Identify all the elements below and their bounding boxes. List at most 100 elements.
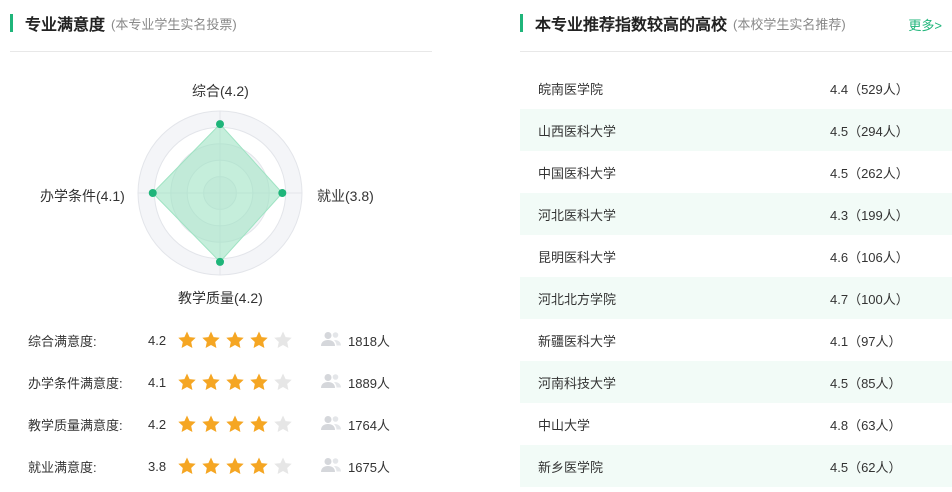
school-row[interactable]: 中国医科大学 4.5（262人） bbox=[520, 151, 952, 193]
radar-point-bottom bbox=[216, 257, 224, 266]
school-name[interactable]: 山西医科大学 bbox=[538, 121, 616, 140]
radar-point-left bbox=[148, 189, 157, 197]
recommend-subtitle: (本校学生实名推荐) bbox=[733, 16, 846, 32]
radar-point-right bbox=[278, 189, 287, 197]
star-rating bbox=[176, 330, 316, 350]
rating-row-employment: 就业满意度: 3.8 1675人 bbox=[28, 455, 390, 477]
rating-score: 3.8 bbox=[148, 458, 167, 474]
recommend-panel: 本专业推荐指数较高的高校 (本校学生实名推荐) 更多> 皖南医学院 4.4（52… bbox=[520, 0, 952, 492]
school-name[interactable]: 新疆医科大学 bbox=[538, 331, 616, 350]
rating-score: 4.2 bbox=[148, 332, 167, 348]
rating-label: 综合满意度: bbox=[28, 333, 97, 349]
people-icon-svg bbox=[321, 415, 341, 430]
school-row[interactable]: 河北医科大学 4.3（199人） bbox=[520, 193, 952, 235]
satisfaction-subtitle: (本专业学生实名投票) bbox=[111, 16, 237, 32]
star-icon bbox=[178, 373, 196, 390]
school-score: 4.3（199人） bbox=[830, 207, 909, 223]
school-score: 4.4（529人） bbox=[830, 81, 909, 97]
star-icon bbox=[250, 457, 268, 474]
radar-label-left: 办学条件(4.1) bbox=[40, 188, 125, 204]
school-score: 4.5（262人） bbox=[830, 165, 909, 181]
rating-label: 教学质量满意度: bbox=[28, 417, 123, 433]
people-icon bbox=[320, 415, 348, 434]
recommend-header: 本专业推荐指数较高的高校 (本校学生实名推荐) bbox=[520, 12, 846, 34]
school-row[interactable]: 新乡医学院 4.5（62人） bbox=[520, 445, 952, 487]
rating-row-overall: 综合满意度: 4.2 1818人 bbox=[28, 329, 390, 351]
recommend-title: 本专业推荐指数较高的高校 bbox=[535, 17, 728, 34]
radar-label-bottom: 教学质量(4.2) bbox=[178, 290, 263, 306]
people-icon bbox=[320, 331, 348, 350]
school-name[interactable]: 新乡医学院 bbox=[538, 457, 603, 476]
star-icon bbox=[250, 331, 268, 348]
school-score: 4.6（106人） bbox=[830, 249, 909, 265]
school-row[interactable]: 新疆医科大学 4.1（97人） bbox=[520, 319, 952, 361]
rating-score: 4.2 bbox=[148, 416, 167, 432]
school-name[interactable]: 中山大学 bbox=[538, 415, 590, 434]
star-icon bbox=[274, 457, 292, 474]
school-score: 4.1（97人） bbox=[830, 333, 902, 349]
school-name[interactable]: 昆明医科大学 bbox=[538, 247, 616, 266]
people-icon bbox=[320, 457, 348, 476]
school-row[interactable]: 河南科技大学 4.5（85人） bbox=[520, 361, 952, 403]
rating-label: 就业满意度: bbox=[28, 459, 97, 475]
rating-label: 办学条件满意度: bbox=[28, 375, 123, 391]
star-icon bbox=[202, 331, 220, 348]
rating-score: 4.1 bbox=[148, 374, 167, 390]
school-name[interactable]: 中国医科大学 bbox=[538, 163, 616, 182]
header-accent-bar bbox=[10, 14, 13, 32]
school-score: 4.8（63人） bbox=[830, 417, 902, 433]
school-score: 4.5（85人） bbox=[830, 375, 902, 391]
radar-chart: 综合(4.2) 就业(3.8) 教学质量(4.2) 办学条件(4.1) bbox=[0, 70, 432, 310]
header-divider bbox=[10, 51, 432, 52]
star-rating bbox=[176, 414, 316, 434]
star-icon bbox=[274, 331, 292, 348]
rating-row-facilities: 办学条件满意度: 4.1 1889人 bbox=[28, 371, 390, 393]
star-icon bbox=[250, 415, 268, 432]
school-name[interactable]: 河北医科大学 bbox=[538, 205, 616, 224]
school-row[interactable]: 昆明医科大学 4.6（106人） bbox=[520, 235, 952, 277]
more-link[interactable]: 更多> bbox=[908, 15, 942, 34]
rating-count: 1675人 bbox=[348, 459, 390, 475]
school-row[interactable]: 河北北方学院 4.7（100人） bbox=[520, 277, 952, 319]
school-name[interactable]: 河南科技大学 bbox=[538, 373, 616, 392]
star-icon bbox=[178, 415, 196, 432]
star-icon bbox=[202, 373, 220, 390]
star-icon bbox=[226, 415, 244, 432]
school-score: 4.5（62人） bbox=[830, 459, 902, 475]
people-icon-svg bbox=[321, 457, 341, 472]
satisfaction-title: 专业满意度 bbox=[25, 17, 106, 34]
star-icon bbox=[202, 415, 220, 432]
school-row[interactable]: 皖南医学院 4.4（529人） bbox=[520, 67, 952, 109]
school-list: 皖南医学院 4.4（529人） 山西医科大学 4.5（294人） 中国医科大学 … bbox=[520, 67, 952, 487]
radar-label-top: 综合(4.2) bbox=[192, 83, 249, 99]
star-icon bbox=[226, 373, 244, 390]
rating-count: 1764人 bbox=[348, 417, 390, 433]
header-divider bbox=[520, 51, 952, 52]
star-icon bbox=[226, 457, 244, 474]
star-rating bbox=[176, 372, 316, 392]
star-icon bbox=[178, 457, 196, 474]
school-name[interactable]: 皖南医学院 bbox=[538, 79, 603, 98]
school-score: 4.5（294人） bbox=[830, 123, 909, 139]
radar-label-right: 就业(3.8) bbox=[317, 188, 374, 204]
school-name[interactable]: 河北北方学院 bbox=[538, 289, 616, 308]
header-accent-bar bbox=[520, 14, 523, 32]
people-icon-svg bbox=[321, 331, 341, 346]
satisfaction-header: 专业满意度 (本专业学生实名投票) bbox=[10, 12, 237, 34]
star-icon bbox=[178, 331, 196, 348]
star-icon bbox=[250, 373, 268, 390]
star-icon bbox=[274, 373, 292, 390]
star-icon bbox=[226, 331, 244, 348]
satisfaction-panel: 专业满意度 (本专业学生实名投票) 综合(4.2) 就业(3.8) 教学质量(4… bbox=[0, 0, 432, 492]
school-row[interactable]: 中山大学 4.8（63人） bbox=[520, 403, 952, 445]
rating-row-teaching: 教学质量满意度: 4.2 1764人 bbox=[28, 413, 390, 435]
rating-count: 1889人 bbox=[348, 375, 390, 391]
star-icon bbox=[274, 415, 292, 432]
radar-point-top bbox=[216, 120, 224, 129]
people-icon bbox=[320, 373, 348, 392]
star-rating bbox=[176, 456, 316, 476]
school-row[interactable]: 山西医科大学 4.5（294人） bbox=[520, 109, 952, 151]
star-icon bbox=[202, 457, 220, 474]
rating-count: 1818人 bbox=[348, 333, 390, 349]
people-icon-svg bbox=[321, 373, 341, 388]
